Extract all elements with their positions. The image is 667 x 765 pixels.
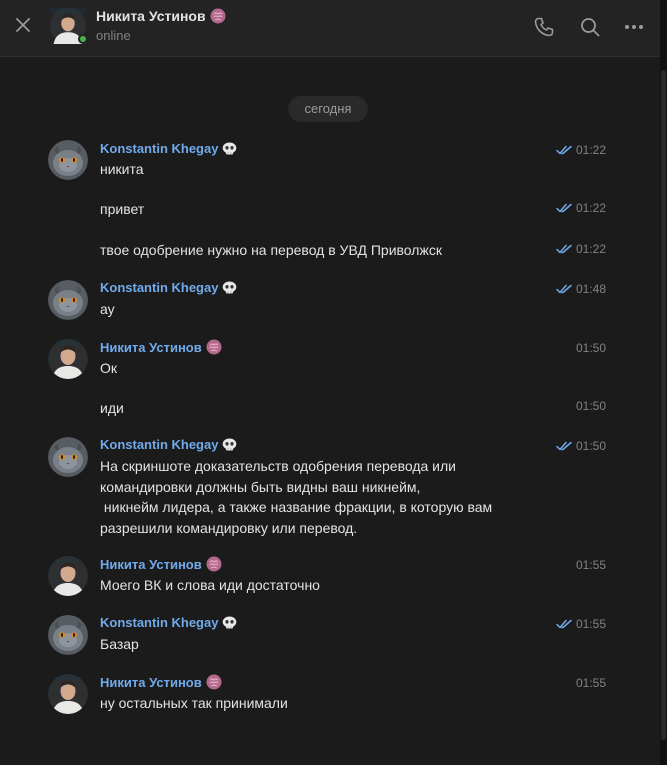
message-time: 01:55 (575, 676, 606, 690)
message-time: 01:50 (575, 399, 606, 413)
avatar[interactable] (48, 280, 88, 320)
sender-name[interactable]: Никита Устинов (100, 339, 222, 355)
skull-emoji-icon (222, 281, 237, 294)
sender-name[interactable]: Никита Устинов (100, 556, 222, 572)
message-text-line: командировки должны быть видны ваш никне… (100, 478, 421, 495)
scrollbar-thumb[interactable] (661, 70, 666, 740)
message-text-line: разрешили командировку или перевод. (100, 519, 358, 536)
message-text-line: На скриншоте доказательств одобрения пер… (100, 458, 456, 474)
message-text: Базар (100, 636, 139, 652)
read-check-icon (556, 284, 574, 294)
message-time: 01:50 (575, 341, 606, 355)
brain-emoji-icon (210, 8, 226, 24)
skull-emoji-icon (222, 616, 237, 629)
message-text: никита (100, 161, 144, 177)
read-check-icon (556, 441, 574, 451)
message-text: Моего ВК и слова иди достаточно (100, 577, 320, 593)
read-check-icon (556, 203, 574, 213)
brain-emoji-icon (206, 674, 222, 690)
close-icon[interactable] (12, 14, 34, 36)
chat-header: Никита Устинов online (0, 0, 660, 57)
sender-name[interactable]: Konstantin Khegay (100, 615, 237, 630)
message-text: иди (100, 400, 124, 416)
avatar[interactable] (48, 339, 88, 379)
more-icon[interactable] (622, 15, 646, 39)
sender-name[interactable]: Konstantin Khegay (100, 280, 237, 295)
sender-name[interactable]: Konstantin Khegay (100, 141, 237, 156)
sender-name[interactable]: Konstantin Khegay (100, 437, 237, 452)
sender-name[interactable]: Никита Устинов (100, 674, 222, 690)
online-indicator (78, 34, 88, 44)
message-time: 01:22 (556, 143, 606, 157)
avatar[interactable] (48, 140, 88, 180)
message-text: твое одобрение нужно на перевод в УВД Пр… (100, 242, 442, 258)
message-time: 01:48 (556, 282, 606, 296)
message-text-line: никнейм лидера, а также название фракции… (100, 499, 493, 515)
search-icon[interactable] (578, 15, 602, 39)
message-text: ну остальных так принимали (100, 695, 288, 711)
message-time: 01:50 (556, 439, 606, 453)
avatar[interactable] (48, 437, 88, 477)
read-check-icon (556, 619, 574, 629)
message-text: привет (100, 201, 145, 217)
avatar[interactable] (48, 674, 88, 714)
message-text: Ок (100, 360, 118, 376)
read-check-icon (556, 145, 574, 155)
phone-icon[interactable] (532, 15, 556, 39)
skull-emoji-icon (222, 142, 237, 155)
read-check-icon (556, 244, 574, 254)
message-time: 01:22 (556, 201, 606, 215)
message-time: 01:22 (556, 242, 606, 256)
brain-emoji-icon (206, 556, 222, 572)
skull-emoji-icon (222, 438, 237, 451)
avatar[interactable] (48, 556, 88, 596)
message-time: 01:55 (556, 617, 606, 631)
contact-name-text: Никита Устинов (96, 8, 206, 24)
contact-status: online (96, 28, 131, 43)
avatar[interactable] (48, 615, 88, 655)
brain-emoji-icon (206, 339, 222, 355)
message-time: 01:55 (575, 558, 606, 572)
date-divider: сегодня (288, 96, 368, 122)
contact-name[interactable]: Никита Устинов (96, 8, 226, 24)
scrollbar[interactable] (660, 0, 667, 765)
message-text: ау (100, 301, 115, 317)
